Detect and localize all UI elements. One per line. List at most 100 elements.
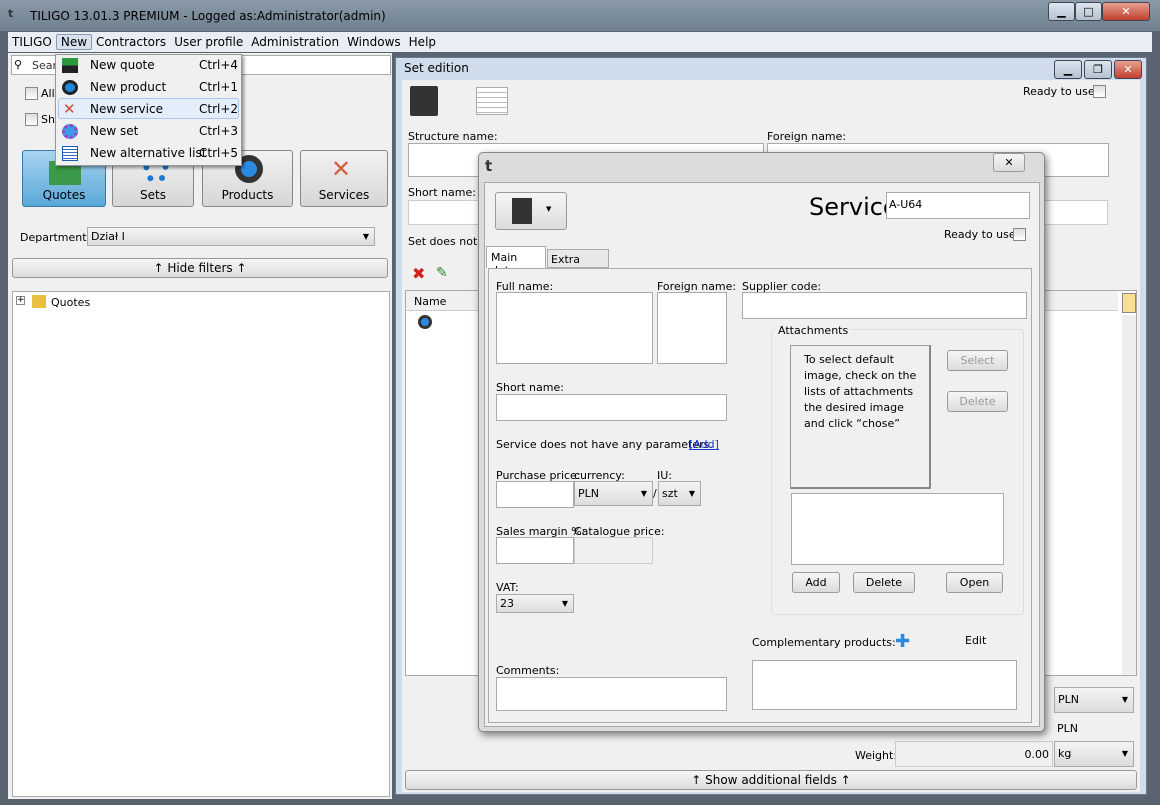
edit-pencil-icon[interactable]: ✎ [436, 265, 448, 281]
structure-name-label: Structure name: [408, 130, 498, 143]
full-name-input[interactable] [496, 292, 653, 364]
table-scrollbar[interactable] [1122, 315, 1136, 675]
tree-expand-icon[interactable]: + [16, 296, 25, 305]
comments-input[interactable] [496, 677, 727, 711]
sales-margin-input[interactable] [496, 537, 574, 564]
department-select[interactable]: Dział I [87, 227, 375, 246]
slash-separator: / [653, 487, 657, 500]
menu-tiligo[interactable]: TILIGO [8, 35, 56, 49]
currency-select[interactable]: PLN [574, 481, 653, 506]
menu-new[interactable]: New [55, 34, 93, 50]
product-row-icon [418, 315, 432, 329]
set-foreign-name-label: Foreign name: [767, 130, 847, 143]
tree-item-quotes[interactable]: Quotes [51, 296, 90, 309]
purchase-price-input[interactable] [496, 481, 574, 508]
vat-label: VAT: [496, 581, 519, 594]
checkbox-show[interactable] [25, 113, 38, 126]
complementary-products-list[interactable] [752, 660, 1017, 710]
service-close-button[interactable]: ✕ [993, 153, 1025, 172]
weight-input[interactable]: 0.00 [895, 741, 1053, 767]
quotes-tree: + Quotes [12, 291, 390, 797]
department-label: Department: [20, 231, 91, 244]
weight-unit-select[interactable]: kg [1054, 741, 1134, 767]
col-name-header[interactable]: Name [414, 295, 446, 308]
no-params-text: Service does not have any parameters. [496, 438, 713, 451]
add-parameter-link[interactable]: [Add] [689, 438, 719, 451]
dialog-logo-icon: t [485, 157, 493, 175]
service-save-button[interactable]: ▼ [495, 192, 567, 230]
new-menu: New quote Ctrl+4 New product Ctrl+1 ✕ New s… [55, 54, 242, 166]
set-gear-icon [62, 124, 78, 139]
attachments-label: Attachments [776, 324, 851, 337]
catalogue-price-input[interactable] [574, 537, 653, 564]
short-name-input[interactable] [496, 394, 727, 421]
column-settings-icon[interactable] [1122, 293, 1136, 313]
add-attachment-button[interactable]: Add [792, 572, 840, 593]
menu-item-new-service[interactable]: ✕ New service Ctrl+2 [58, 98, 239, 119]
services-button[interactable]: ✕ Services [300, 150, 388, 207]
menu-item-new-product[interactable]: New product Ctrl+1 [58, 77, 239, 98]
open-attachment-button[interactable]: Open [946, 572, 1003, 593]
menubar: TILIGO New Contractors User profile Admi… [8, 32, 1152, 52]
iu-select[interactable]: szt [658, 481, 701, 506]
show-additional-fields-button[interactable]: ↑ Show additional fields ↑ [405, 770, 1137, 790]
set-restore-button[interactable]: ❐ [1084, 60, 1112, 79]
tab-main-data[interactable]: Main data [486, 246, 546, 277]
attachments-group: Attachments To select default image, che… [771, 324, 1024, 615]
set-close-button[interactable]: ✕ [1114, 60, 1142, 79]
quote-icon [62, 58, 78, 73]
edit-complementary-button[interactable]: Edit [965, 634, 986, 647]
app-logo-icon: t [8, 7, 14, 20]
list-icon [62, 146, 78, 161]
menu-item-new-set[interactable]: New set Ctrl+3 [58, 121, 239, 142]
service-ready-label: Ready to use [944, 228, 1016, 241]
search-icon: ⚲ [14, 58, 23, 71]
currency-select-1[interactable]: PLN [1054, 687, 1134, 713]
checkbox-allow[interactable] [25, 87, 38, 100]
tab-extra-fields[interactable]: Extra fields [547, 249, 609, 279]
tools-icon: ✕ [63, 100, 76, 118]
weight-label: Weight: [855, 749, 898, 762]
delete-attachment-button[interactable]: Delete [853, 572, 915, 593]
menu-item-new-alternative-list[interactable]: New alternative list Ctrl+5 [58, 143, 239, 164]
service-code-input[interactable]: A-U64 [886, 192, 1030, 219]
app-titlebar: t TILIGO 13.01.3 PREMIUM - Logged as:Adm… [0, 0, 1160, 31]
app-title: TILIGO 13.01.3 PREMIUM - Logged as:Admin… [30, 9, 386, 23]
service-dialog: t ✕ ▼ Service A-U64 Ready to use Main da… [478, 152, 1045, 732]
supplier-code-input[interactable] [742, 292, 1027, 319]
save-icon [512, 198, 532, 224]
comments-label: Comments: [496, 664, 560, 677]
menu-user-profile[interactable]: User profile [170, 35, 247, 49]
service-heading: Service [809, 193, 898, 221]
set-minimize-button[interactable]: ▁ [1054, 60, 1082, 79]
minimize-button[interactable]: ▁ [1048, 2, 1075, 21]
vat-select[interactable]: 23 [496, 594, 574, 613]
hide-filters-button[interactable]: ↑ Hide filters ↑ [12, 258, 388, 278]
set-short-name-label: Short name: [408, 186, 476, 199]
default-image-hint: To select default image, check on the li… [790, 345, 931, 489]
main-data-panel: Full name: Foreign name: Supplier code: … [488, 268, 1032, 723]
menu-contractors[interactable]: Contractors [92, 35, 170, 49]
service-body: ▼ Service A-U64 Ready to use Main data E… [484, 182, 1040, 727]
attachments-list[interactable] [791, 493, 1004, 565]
service-ready-checkbox[interactable] [1013, 228, 1026, 241]
menu-help[interactable]: Help [405, 35, 440, 49]
menu-administration[interactable]: Administration [247, 35, 343, 49]
delete-image-button[interactable]: Delete [947, 391, 1008, 412]
close-button[interactable]: ✕ [1102, 2, 1150, 21]
save-icon[interactable] [410, 86, 438, 116]
set-ready-checkbox[interactable] [1093, 85, 1106, 98]
table-icon[interactable] [476, 87, 508, 115]
currency-label-2: PLN [1057, 722, 1078, 735]
gear-icon [62, 80, 78, 95]
add-complementary-icon[interactable]: ✚ [895, 631, 910, 652]
menu-windows[interactable]: Windows [343, 35, 405, 49]
set-no-params-text: Set does not h [408, 235, 488, 248]
foreign-name-input[interactable] [657, 292, 727, 364]
complementary-products-label: Complementary products: [752, 636, 896, 649]
maximize-button[interactable]: □ [1075, 2, 1102, 21]
select-image-button[interactable]: Select [947, 350, 1008, 371]
folder-icon [32, 295, 46, 308]
delete-icon[interactable]: ✖ [412, 264, 425, 283]
menu-item-new-quote[interactable]: New quote Ctrl+4 [58, 55, 239, 76]
